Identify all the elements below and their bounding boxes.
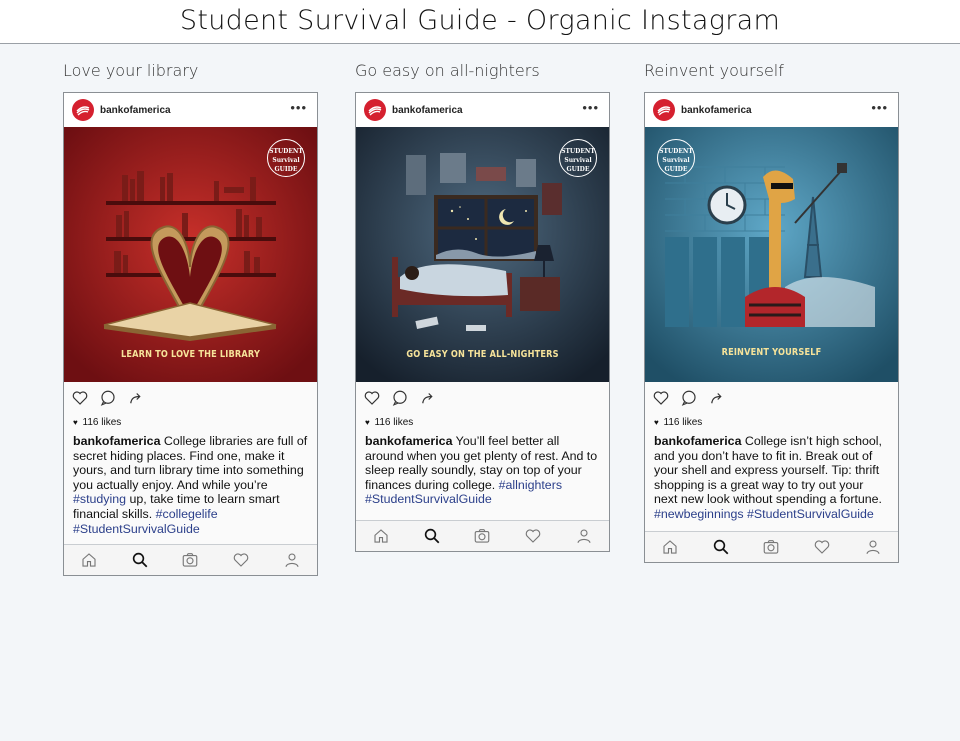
heart-icon[interactable] [651, 388, 671, 408]
post-label: Go easy on all-nighters [355, 61, 540, 80]
heart-icon[interactable] [362, 388, 382, 408]
bank-logo-icon [368, 106, 382, 116]
post-actions [645, 382, 898, 414]
home-icon[interactable] [660, 537, 680, 557]
survival-guide-badge: STUDENT Survival GUIDE [657, 139, 695, 177]
profile-icon[interactable] [863, 537, 883, 557]
search-icon[interactable] [711, 537, 731, 557]
bank-logo-icon [657, 106, 671, 116]
more-options-icon[interactable]: ••• [290, 101, 307, 115]
post-caption: bankofamerica College libraries are full… [73, 434, 308, 536]
profile-icon[interactable] [282, 550, 302, 570]
post-image[interactable]: STUDENT Survival GUIDE REINVENT YOURSELF [645, 127, 898, 382]
filled-heart-icon: ♥ [365, 418, 370, 427]
hashtag-link[interactable]: #StudentSurvivalGuide [365, 492, 492, 506]
post-column-3: Reinvent yourself bankofamerica ••• STUD… [644, 60, 899, 563]
post-caption: bankofamerica College isn’t high school,… [654, 434, 882, 521]
instagram-post-card: bankofamerica ••• STUDENT Survival GUIDE… [644, 92, 899, 563]
image-banner-text: LEARN TO LOVE THE LIBRARY [120, 349, 261, 360]
hashtag-link[interactable]: #StudentSurvivalGuide [747, 507, 874, 521]
hashtag-link[interactable]: #newbeginnings [654, 507, 744, 521]
username[interactable]: bankofamerica [681, 105, 752, 116]
home-icon[interactable] [79, 550, 99, 570]
more-options-icon[interactable]: ••• [871, 101, 888, 115]
hashtag-link[interactable]: #studying [73, 492, 126, 506]
post-label: Reinvent yourself [644, 61, 784, 80]
share-icon[interactable] [418, 388, 438, 408]
avatar[interactable] [653, 99, 675, 121]
like-count[interactable]: ♥ 116 likes [356, 414, 609, 430]
page-title: Student Survival Guide - Organic Instagr… [179, 5, 781, 36]
like-count[interactable]: ♥ 116 likes [64, 414, 317, 430]
camera-icon[interactable] [472, 526, 492, 546]
survival-guide-badge: STUDENT Survival GUIDE [559, 139, 597, 177]
bottom-nav [64, 544, 317, 575]
search-icon[interactable] [130, 550, 150, 570]
avatar[interactable] [72, 99, 94, 121]
image-banner-text: GO EASY ON THE ALL-NIGHTERS [406, 349, 559, 360]
username[interactable]: bankofamerica [100, 105, 171, 116]
heart-icon[interactable] [231, 550, 251, 570]
camera-icon[interactable] [761, 537, 781, 557]
instagram-post-card: bankofamerica ••• STUDENT Survival GUIDE… [355, 92, 610, 552]
post-image[interactable]: STUDENT Survival GUIDE LEARN TO LOVE THE… [64, 127, 317, 382]
comment-icon[interactable] [98, 388, 118, 408]
hashtag-link[interactable]: #collegelife [156, 507, 218, 521]
filled-heart-icon: ♥ [73, 418, 78, 427]
post-actions [356, 382, 609, 414]
page-header: Student Survival Guide - Organic Instagr… [0, 0, 960, 44]
image-banner-text: REINVENT YOURSELF [721, 347, 822, 358]
like-count[interactable]: ♥ 116 likes [645, 414, 898, 430]
share-icon[interactable] [126, 388, 146, 408]
post-header: bankofamerica ••• [356, 93, 609, 127]
post-header: bankofamerica ••• [645, 93, 898, 127]
share-icon[interactable] [707, 388, 727, 408]
hashtag-link[interactable]: #StudentSurvivalGuide [73, 522, 200, 536]
post-caption: bankofamerica You’ll feel better all aro… [365, 434, 598, 507]
instagram-post-card: bankofamerica ••• STUDENT Survival GUIDE… [63, 92, 318, 576]
caption-username[interactable]: bankofamerica [365, 434, 452, 448]
caption-username[interactable]: bankofamerica [654, 434, 741, 448]
camera-icon[interactable] [180, 550, 200, 570]
search-icon[interactable] [422, 526, 442, 546]
bottom-nav [645, 531, 898, 562]
heart-icon[interactable] [523, 526, 543, 546]
caption-username[interactable]: bankofamerica [73, 434, 160, 448]
avatar[interactable] [364, 99, 386, 121]
home-icon[interactable] [371, 526, 391, 546]
profile-icon[interactable] [574, 526, 594, 546]
bottom-nav [356, 520, 609, 551]
filled-heart-icon: ♥ [654, 418, 659, 427]
post-actions [64, 382, 317, 414]
post-column-1: Love your library bankofamerica ••• STUD… [63, 60, 318, 576]
bank-logo-icon [76, 106, 90, 116]
survival-guide-badge: STUDENT Survival GUIDE [267, 139, 305, 177]
comment-icon[interactable] [390, 388, 410, 408]
post-column-2: Go easy on all-nighters bankofamerica ••… [355, 60, 610, 552]
comment-icon[interactable] [679, 388, 699, 408]
heart-icon[interactable] [812, 537, 832, 557]
more-options-icon[interactable]: ••• [582, 101, 599, 115]
username[interactable]: bankofamerica [392, 105, 463, 116]
post-label: Love your library [63, 61, 199, 80]
post-image[interactable]: STUDENT Survival GUIDE GO EASY ON THE AL… [356, 127, 609, 382]
post-header: bankofamerica ••• [64, 93, 317, 127]
heart-icon[interactable] [70, 388, 90, 408]
hashtag-link[interactable]: #allnighters [499, 478, 562, 492]
